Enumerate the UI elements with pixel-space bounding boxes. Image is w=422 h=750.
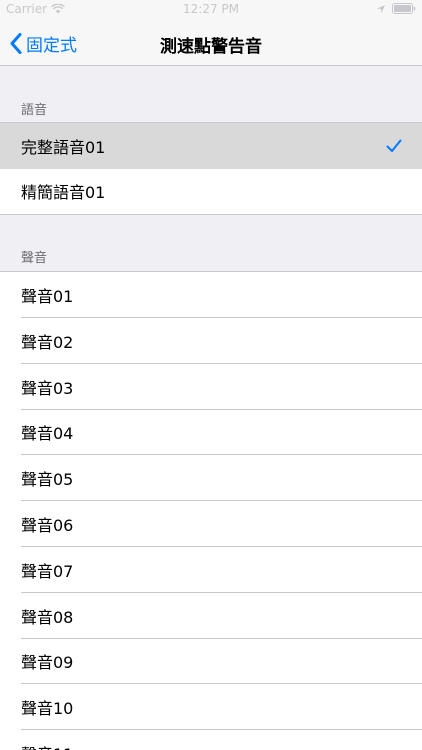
option-label: 聲音05 (21, 470, 74, 490)
option-sound-11[interactable]: 聲音11 (0, 730, 422, 750)
settings-list: 語音 完整語音01 精簡語音01 聲音 聲音01 聲音02 聲音03 聲音04 … (0, 66, 422, 750)
section-header-voice: 語音 (21, 103, 48, 118)
status-bar: Carrier 12:27 PM (0, 0, 422, 20)
option-sound-05[interactable]: 聲音05 (0, 455, 422, 502)
option-label: 完整語音01 (21, 137, 106, 157)
option-sound-03[interactable]: 聲音03 (0, 363, 422, 410)
option-label: 聲音09 (21, 653, 74, 673)
navigation-bar: 固定式 測速點警告音 (0, 20, 422, 66)
option-label: 聲音07 (21, 561, 74, 581)
checkmark-icon (386, 139, 402, 152)
sound-group: 聲音01 聲音02 聲音03 聲音04 聲音05 聲音06 聲音07 聲音08 … (0, 271, 422, 750)
battery-icon (392, 3, 416, 14)
option-sound-02[interactable]: 聲音02 (0, 317, 422, 364)
option-label: 聲音06 (21, 516, 74, 536)
option-sound-04[interactable]: 聲音04 (0, 409, 422, 456)
option-label: 聲音11 (21, 741, 73, 750)
option-label: 聲音04 (21, 424, 74, 444)
option-full-voice-01[interactable]: 完整語音01 (0, 123, 422, 169)
option-label: 聲音10 (21, 699, 74, 719)
option-sound-01[interactable]: 聲音01 (0, 272, 422, 318)
voice-group: 完整語音01 精簡語音01 (0, 122, 422, 216)
location-icon (377, 4, 385, 13)
option-sound-07[interactable]: 聲音07 (0, 546, 422, 593)
option-label: 聲音02 (21, 332, 74, 352)
page-title: 測速點警告音 (160, 37, 262, 57)
section-header-sound: 聲音 (21, 251, 48, 267)
option-sound-08[interactable]: 聲音08 (0, 592, 422, 639)
option-short-voice-01[interactable]: 精簡語音01 (0, 168, 422, 215)
option-label: 聲音08 (21, 607, 74, 627)
status-time: 12:27 PM (183, 2, 239, 16)
screen: Carrier 12:27 PM 固定式 測速點警告音 語音 完整語音01 精簡… (0, 0, 422, 750)
option-label: 精簡語音01 (21, 183, 106, 203)
option-sound-10[interactable]: 聲音10 (0, 684, 422, 731)
option-sound-09[interactable]: 聲音09 (0, 638, 422, 685)
option-label: 聲音03 (21, 378, 74, 398)
option-sound-06[interactable]: 聲音06 (0, 501, 422, 547)
status-right (376, 3, 416, 14)
option-label: 聲音01 (21, 287, 74, 307)
